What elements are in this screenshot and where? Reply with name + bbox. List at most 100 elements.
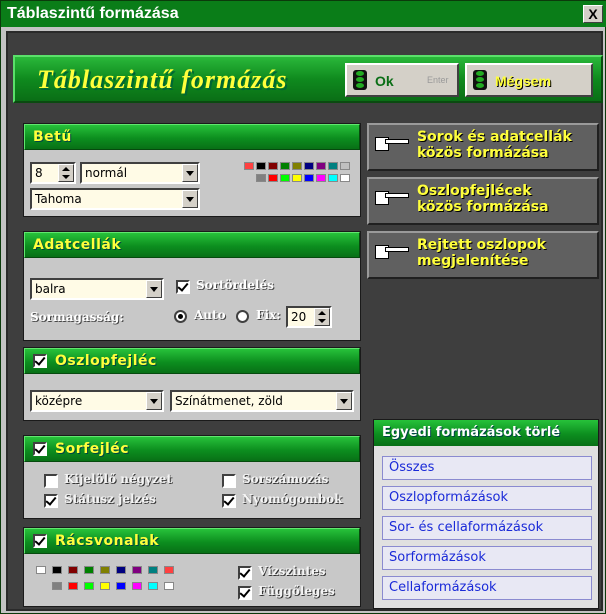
gridline-color-palette-row2[interactable] [52,582,176,590]
column-header-header: Oszlopfejléc [24,348,360,374]
font-color-swatch[interactable] [340,162,350,170]
font-color-swatch[interactable] [292,174,302,182]
column-header-align-value: középre [35,394,83,408]
clear-row-format-button[interactable]: Sorformázások [382,546,592,570]
gridline-color-swatch[interactable] [68,566,78,574]
font-color-swatch[interactable] [256,162,266,170]
spin-arrows-icon[interactable] [314,308,330,326]
cell-align-select[interactable]: balra [30,278,164,300]
hidden-columns-button[interactable]: Rejtett oszlopok megjelenítése [367,231,599,279]
traffic-light-icon [473,70,487,90]
cancel-label: Mégsem [495,73,552,89]
chevron-down-icon[interactable] [146,280,162,298]
clear-row-cell-format-button[interactable]: Sor- és cellaformázások [382,516,592,540]
chevron-down-icon[interactable] [336,392,352,410]
close-button[interactable]: X [583,5,603,23]
font-color-palette-row2[interactable] [256,174,350,182]
gridlines-header: Rácsvonalak [24,528,360,554]
clear-cell-format-button[interactable]: Cellaformázások [382,576,592,600]
gridline-color-swatch[interactable] [52,566,62,574]
row-header-group: Sorfejléc Kijelölő négyzet Sorszámozás S… [23,435,361,519]
gridline-color-swatch[interactable] [68,582,78,590]
font-color-swatch[interactable] [316,162,326,170]
font-color-swatch[interactable] [280,162,290,170]
hidden-columns-line1: Rejtett oszlopok [417,237,546,253]
gridline-color-swatch[interactable] [52,582,62,590]
buttons-checkbox[interactable] [222,494,236,508]
spin-arrows-icon[interactable] [58,164,74,182]
clear-formatting-panel: Egyedi formázások törlé Összes Oszlopfor… [373,419,599,609]
gridline-color-swatch[interactable] [100,582,110,590]
clear-all-button[interactable]: Összes [382,456,592,480]
gridline-color-swatch[interactable] [116,566,126,574]
clear-column-format-button[interactable]: Oszlopformázások [382,486,592,510]
pointing-hand-icon [375,241,409,263]
horizontal-label: Vízszintes [258,564,326,578]
font-color-swatch[interactable] [280,174,290,182]
ok-button[interactable]: Ok Enter [345,63,459,97]
font-color-swatch[interactable] [268,162,278,170]
gridline-color-swatch[interactable] [132,582,142,590]
cell-align-value: balra [35,282,66,296]
chevron-down-icon[interactable] [146,392,162,410]
gridline-color-swatch[interactable] [164,566,174,574]
status-label: Státusz jelzés [64,492,156,506]
font-group: Betű 8 normál Tahoma [23,123,361,217]
data-cells-group: Adatcellák balra Sortördelés Sormagasság… [23,231,361,341]
row-height-spinner[interactable]: 20 [286,306,332,328]
font-color-swatch[interactable] [328,162,338,170]
chevron-down-icon[interactable] [182,190,198,208]
gridline-color-swatch[interactable] [148,566,158,574]
cancel-button[interactable]: Mégsem [465,63,593,97]
font-color-palette[interactable] [244,162,350,170]
font-family-select[interactable]: Tahoma [30,188,200,210]
traffic-light-icon [353,70,367,90]
font-color-swatch[interactable] [292,162,302,170]
ok-hint: Enter [427,75,449,85]
column-header-fill-select[interactable]: Színátmenet, zöld [170,390,354,412]
column-headers-format-button[interactable]: Oszlopfejlécek közös formázása [367,177,599,225]
dialog-window: Táblaszintű formázása X Táblaszintű form… [0,0,606,614]
gridlines-checkbox[interactable] [33,534,47,548]
font-color-swatch[interactable] [268,174,278,182]
vertical-checkbox[interactable] [238,586,252,600]
fix-radio[interactable] [236,310,249,323]
auto-radio[interactable] [174,310,187,323]
gridline-color-swatch[interactable] [36,566,46,574]
numbering-checkbox[interactable] [222,474,236,488]
gridline-color-swatch[interactable] [100,566,110,574]
wrap-checkbox[interactable] [176,280,190,294]
gridline-color-swatch[interactable] [116,582,126,590]
font-size-spinner[interactable]: 8 [30,162,76,184]
clear-formatting-header: Egyedi formázások törlé [374,420,598,446]
font-color-swatch[interactable] [256,174,266,182]
banner-title: Táblaszintű formázás [37,65,288,94]
font-color-swatch[interactable] [328,174,338,182]
gridline-color-swatch[interactable] [84,582,94,590]
font-color-swatch[interactable] [304,162,314,170]
fix-label: Fix: [256,308,281,322]
ok-label: Ok [375,73,394,89]
font-color-swatch[interactable] [304,174,314,182]
font-style-select[interactable]: normál [80,162,200,184]
horizontal-checkbox[interactable] [238,566,252,580]
column-header-align-select[interactable]: középre [30,390,164,412]
status-checkbox[interactable] [44,494,58,508]
column-header-checkbox[interactable] [33,354,47,368]
font-color-swatch[interactable] [244,162,254,170]
gridline-color-swatch[interactable] [164,582,174,590]
gridline-color-swatch[interactable] [132,566,142,574]
font-color-swatch[interactable] [316,174,326,182]
chevron-down-icon[interactable] [182,164,198,182]
font-color-swatch[interactable] [340,174,350,182]
gridline-color-palette[interactable] [36,566,176,574]
pointing-hand-icon [375,187,409,209]
gridline-color-swatch[interactable] [148,582,158,590]
gridlines-title: Rácsvonalak [55,533,160,549]
rows-cells-format-button[interactable]: Sorok és adatcellák közös formázása [367,123,599,171]
gridline-color-swatch[interactable] [84,566,94,574]
row-header-checkbox[interactable] [33,442,47,456]
font-group-header: Betű [24,124,360,150]
selector-checkbox[interactable] [44,474,58,488]
font-style-value: normál [85,166,128,180]
